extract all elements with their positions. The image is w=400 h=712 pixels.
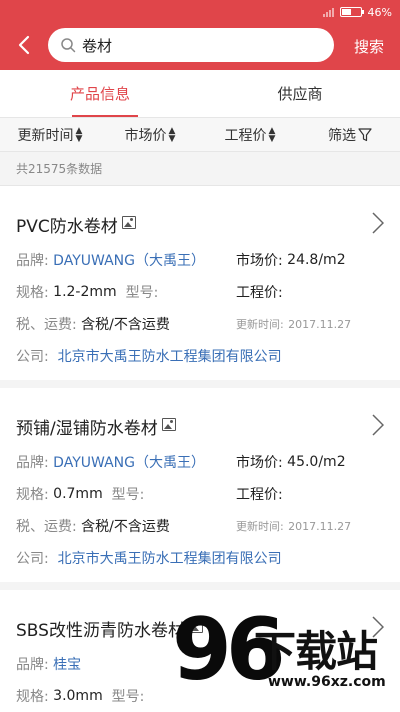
back-arrow-icon[interactable] xyxy=(12,32,38,58)
sort-arrows-icon: ▲ ▼ xyxy=(168,125,176,144)
updated-value: 2017.11.27 xyxy=(288,317,352,331)
company-link[interactable]: 北京市大禹王防水工程集团有限公司 xyxy=(58,346,282,366)
sort-bar: 更新时间 ▲ ▼ 市场价 ▲ ▼ 工程价 ▲ ▼ 筛选 xyxy=(0,118,400,152)
product-card[interactable]: SBS改性沥青防水卷材 品牌: 桂宝 规格: 3.0mm 型号: xyxy=(0,590,400,712)
brand-label: 品牌: xyxy=(16,455,49,471)
product-list: PVC防水卷材 品牌: DAYUWANG（大禹王） 市场价: 24.8/m2 规… xyxy=(0,186,400,712)
engineering-price-label: 工程价: xyxy=(236,487,283,503)
updated-label: 更新时间: xyxy=(236,520,284,533)
filter-label: 筛选 xyxy=(328,127,356,144)
product-title: PVC防水卷材 xyxy=(16,186,384,244)
product-title: SBS改性沥青防水卷材 xyxy=(16,590,384,648)
sort-arrows-icon: ▲ ▼ xyxy=(268,125,276,144)
tax-label: 税、运费: xyxy=(16,317,77,333)
updated-label: 更新时间: xyxy=(236,318,284,331)
product-name: SBS改性沥青防水卷材 xyxy=(16,621,185,641)
battery-icon xyxy=(339,7,364,17)
filter-icon xyxy=(358,127,372,141)
search-box[interactable] xyxy=(48,28,334,62)
brand-label: 品牌: xyxy=(16,657,49,673)
engineering-price-label: 工程价: xyxy=(236,285,283,301)
image-icon xyxy=(161,418,176,431)
brand-link[interactable]: 桂宝 xyxy=(53,654,81,674)
sort-label: 工程价 xyxy=(224,127,267,144)
model-label: 型号: xyxy=(111,487,145,503)
app-header: 搜索 xyxy=(0,24,400,70)
product-name: 预铺/湿铺防水卷材 xyxy=(16,419,158,439)
tab-suppliers[interactable]: 供应商 xyxy=(200,70,400,117)
company-link[interactable]: 北京市大禹王防水工程集团有限公司 xyxy=(58,548,282,568)
brand-link[interactable]: DAYUWANG（大禹王） xyxy=(53,250,205,270)
sort-engineering-price[interactable]: 工程价 ▲ ▼ xyxy=(200,118,300,151)
battery-level: 46% xyxy=(367,5,392,19)
chevron-right-icon[interactable] xyxy=(372,414,384,436)
spec-label: 规格: xyxy=(16,689,49,705)
sort-label: 更新时间 xyxy=(17,127,74,144)
tax-label: 税、运费: xyxy=(16,519,77,535)
search-icon xyxy=(61,38,76,53)
market-price: 24.8/m2 xyxy=(287,252,346,268)
result-count: 共21575条数据 xyxy=(0,152,400,186)
company-label: 公司: xyxy=(16,551,49,567)
tax-value: 含税/不含运费 xyxy=(81,317,170,333)
tab-product-info[interactable]: 产品信息 xyxy=(0,70,200,117)
model-label: 型号: xyxy=(111,689,145,705)
model-label: 型号: xyxy=(125,285,159,301)
chevron-right-icon[interactable] xyxy=(372,616,384,638)
chevron-right-icon[interactable] xyxy=(372,212,384,234)
product-card[interactable]: PVC防水卷材 品牌: DAYUWANG（大禹王） 市场价: 24.8/m2 规… xyxy=(0,186,400,388)
brand-link[interactable]: DAYUWANG（大禹王） xyxy=(53,452,205,472)
spec-label: 规格: xyxy=(16,487,49,503)
sort-arrows-icon: ▲ ▼ xyxy=(75,125,83,144)
market-price-label: 市场价: xyxy=(236,253,283,269)
tab-bar: 产品信息 供应商 xyxy=(0,70,400,118)
spec-label: 规格: xyxy=(16,285,49,301)
market-price-label: 市场价: xyxy=(236,455,283,471)
spec-value: 3.0mm xyxy=(53,688,103,704)
tax-value: 含税/不含运费 xyxy=(81,519,170,535)
sort-update-time[interactable]: 更新时间 ▲ ▼ xyxy=(0,118,100,151)
image-icon xyxy=(121,216,136,229)
status-bar: 46% xyxy=(0,0,400,24)
product-name: PVC防水卷材 xyxy=(16,217,118,237)
company-label: 公司: xyxy=(16,349,49,365)
spec-value: 1.2-2mm xyxy=(53,284,117,300)
brand-label: 品牌: xyxy=(16,253,49,269)
search-button[interactable]: 搜索 xyxy=(354,36,384,57)
sort-market-price[interactable]: 市场价 ▲ ▼ xyxy=(100,118,200,151)
filter-button[interactable]: 筛选 xyxy=(300,118,400,151)
product-card[interactable]: 预铺/湿铺防水卷材 品牌: DAYUWANG（大禹王） 市场价: 45.0/m2… xyxy=(0,388,400,590)
image-icon xyxy=(188,620,203,633)
search-input[interactable] xyxy=(82,36,302,54)
product-title: 预铺/湿铺防水卷材 xyxy=(16,388,384,446)
updated-value: 2017.11.27 xyxy=(288,519,352,533)
market-price: 45.0/m2 xyxy=(287,454,346,470)
sort-label: 市场价 xyxy=(124,127,167,144)
signal-icon xyxy=(322,7,334,17)
spec-value: 0.7mm xyxy=(53,486,103,502)
